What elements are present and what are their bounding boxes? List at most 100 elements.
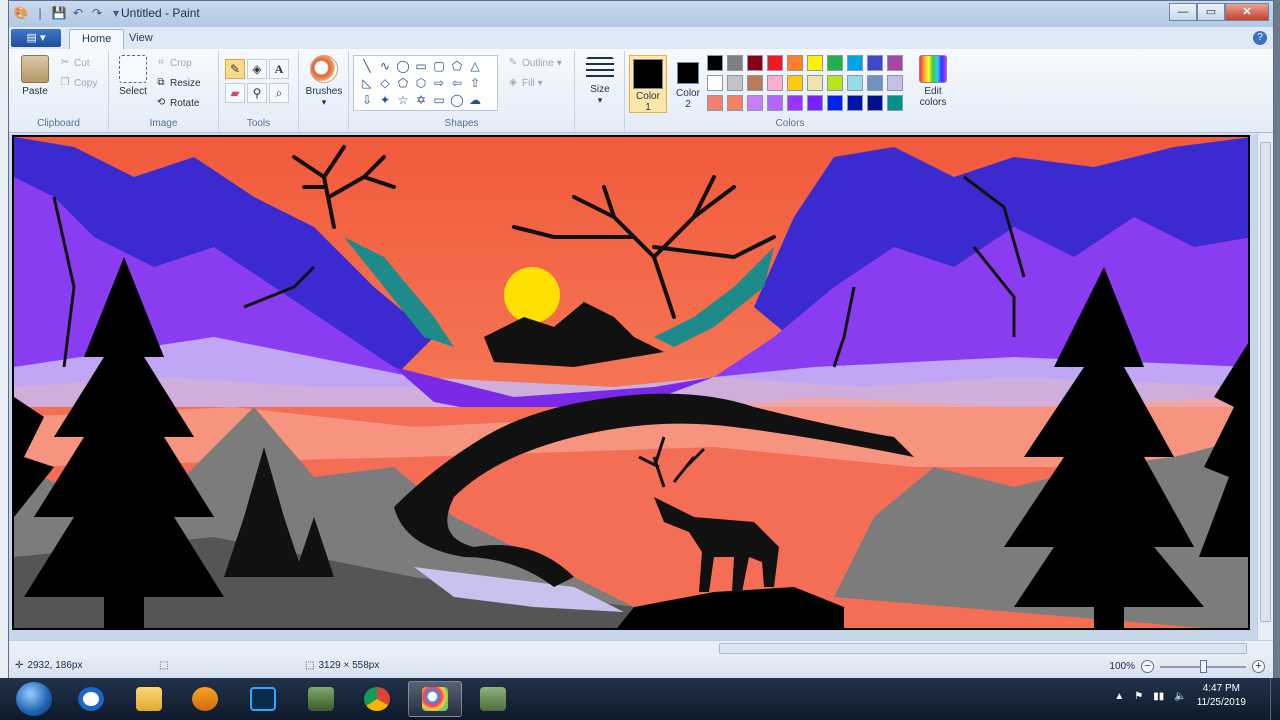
palette-swatch-28[interactable] xyxy=(847,95,863,111)
taskbar-teamviewer[interactable] xyxy=(64,681,118,717)
fill-bucket-icon[interactable]: ◈ xyxy=(247,59,267,79)
rounded-rectangle-shape-icon[interactable]: ▢ xyxy=(430,58,448,75)
maximize-button[interactable]: ▭ xyxy=(1197,3,1225,21)
palette-swatch-6[interactable] xyxy=(807,55,823,71)
palette-swatch-16[interactable] xyxy=(807,75,823,91)
palette-swatch-29[interactable] xyxy=(867,95,883,111)
palette-swatch-26[interactable] xyxy=(807,95,823,111)
outline-button[interactable]: ✎ Outline ▾ xyxy=(507,57,562,69)
palette-swatch-3[interactable] xyxy=(747,55,763,71)
color2-button[interactable]: Color 2 xyxy=(669,55,707,113)
palette-swatch-27[interactable] xyxy=(827,95,843,111)
triangle-shape-icon[interactable]: △ xyxy=(466,58,484,75)
color1-button[interactable]: Color 1 xyxy=(629,55,667,113)
paste-button[interactable]: Paste xyxy=(17,55,53,97)
show-desktop-button[interactable] xyxy=(1270,678,1280,720)
vertical-scroll-thumb[interactable] xyxy=(1260,142,1271,622)
horizontal-scrollbar[interactable] xyxy=(9,640,1273,656)
up-arrow-shape-icon[interactable]: ⇧ xyxy=(466,75,484,92)
oval-shape-icon[interactable]: ◯ xyxy=(394,58,412,75)
file-menu-button[interactable]: ▤ ▾ xyxy=(11,29,61,47)
palette-swatch-8[interactable] xyxy=(847,55,863,71)
palette-swatch-13[interactable] xyxy=(747,75,763,91)
taskbar-chrome[interactable] xyxy=(350,681,404,717)
palette-swatch-22[interactable] xyxy=(727,95,743,111)
select-button[interactable]: Select xyxy=(115,55,151,97)
volume-icon[interactable]: 🔈 xyxy=(1174,691,1186,702)
line-shape-icon[interactable]: ╲ xyxy=(358,58,376,75)
magnifier-icon[interactable]: ⌕ xyxy=(269,83,289,103)
callout-oval-shape-icon[interactable]: ◯ xyxy=(448,92,466,109)
left-arrow-shape-icon[interactable]: ⇦ xyxy=(448,75,466,92)
diamond-shape-icon[interactable]: ◇ xyxy=(376,75,394,92)
down-arrow-shape-icon[interactable]: ⇩ xyxy=(358,92,376,109)
redo-icon[interactable]: ↷ xyxy=(89,5,105,21)
undo-icon[interactable]: ↶ xyxy=(70,5,86,21)
right-arrow-shape-icon[interactable]: ⇨ xyxy=(430,75,448,92)
palette-swatch-12[interactable] xyxy=(727,75,743,91)
resize-button[interactable]: ⧉ Resize xyxy=(155,77,200,89)
paint-app-icon[interactable]: 🎨 xyxy=(13,5,29,21)
cut-button[interactable]: ✂ Cut xyxy=(59,57,90,69)
taskbar-explorer[interactable] xyxy=(122,681,176,717)
palette-swatch-15[interactable] xyxy=(787,75,803,91)
palette-swatch-10[interactable] xyxy=(887,55,903,71)
palette-swatch-1[interactable] xyxy=(707,55,723,71)
zoom-out-button[interactable]: − xyxy=(1141,660,1154,673)
palette-swatch-11[interactable] xyxy=(707,75,723,91)
zoom-slider[interactable] xyxy=(1160,659,1246,673)
taskbar-photoshop[interactable] xyxy=(236,681,290,717)
palette-swatch-30[interactable] xyxy=(887,95,903,111)
six-point-star-shape-icon[interactable]: ✡ xyxy=(412,92,430,109)
palette-swatch-23[interactable] xyxy=(747,95,763,111)
palette-swatch-19[interactable] xyxy=(867,75,883,91)
network-icon[interactable]: ▮▮ xyxy=(1153,691,1164,702)
taskbar-app-2[interactable] xyxy=(466,681,520,717)
action-center-flag-icon[interactable]: ⚑ xyxy=(1134,691,1143,702)
tab-view[interactable]: View xyxy=(117,29,165,49)
tray-expand-icon[interactable]: ▲ xyxy=(1114,691,1124,702)
edit-colors-button[interactable]: Edit colors xyxy=(915,55,951,108)
color-picker-icon[interactable]: ⚲ xyxy=(247,83,267,103)
pencil-icon[interactable]: ✎ xyxy=(225,59,245,79)
vertical-scrollbar[interactable] xyxy=(1257,134,1273,640)
palette-swatch-18[interactable] xyxy=(847,75,863,91)
palette-swatch-2[interactable] xyxy=(727,55,743,71)
cloud-callout-shape-icon[interactable]: ☁ xyxy=(466,92,484,109)
palette-swatch-20[interactable] xyxy=(887,75,903,91)
crop-button[interactable]: ⌗ Crop xyxy=(155,57,192,69)
zoom-in-button[interactable]: + xyxy=(1252,660,1265,673)
help-icon[interactable]: ? xyxy=(1253,31,1267,45)
palette-swatch-21[interactable] xyxy=(707,95,723,111)
minimize-button[interactable]: — xyxy=(1169,3,1197,21)
palette-swatch-25[interactable] xyxy=(787,95,803,111)
palette-swatch-5[interactable] xyxy=(787,55,803,71)
four-point-star-shape-icon[interactable]: ✦ xyxy=(376,92,394,109)
size-button[interactable]: Size ▾ xyxy=(581,55,619,106)
horizontal-scroll-thumb[interactable] xyxy=(719,643,1247,654)
right-triangle-shape-icon[interactable]: ◺ xyxy=(358,75,376,92)
hexagon-shape-icon[interactable]: ⬡ xyxy=(412,75,430,92)
palette-swatch-7[interactable] xyxy=(827,55,843,71)
taskbar-paint[interactable] xyxy=(408,681,462,717)
zoom-slider-knob[interactable] xyxy=(1200,659,1207,673)
palette-swatch-9[interactable] xyxy=(867,55,883,71)
clock[interactable]: 4:47 PM 11/25/2019 xyxy=(1197,682,1246,710)
taskbar-app-1[interactable] xyxy=(294,681,348,717)
curve-shape-icon[interactable]: ∿ xyxy=(376,58,394,75)
drawing-canvas[interactable] xyxy=(12,135,1250,630)
rotate-button[interactable]: ⟲ Rotate xyxy=(155,97,200,109)
text-tool-icon[interactable]: A xyxy=(269,59,289,79)
rectangle-shape-icon[interactable]: ▭ xyxy=(412,58,430,75)
eraser-icon[interactable]: ▰ xyxy=(225,83,245,103)
copy-button[interactable]: ❐ Copy xyxy=(59,77,98,89)
start-button[interactable] xyxy=(16,682,52,716)
save-icon[interactable]: 💾 xyxy=(51,5,67,21)
brushes-button[interactable]: Brushes ▾ xyxy=(303,55,345,108)
palette-swatch-4[interactable] xyxy=(767,55,783,71)
close-button[interactable]: ✕ xyxy=(1225,3,1269,21)
palette-swatch-14[interactable] xyxy=(767,75,783,91)
pentagon-shape-icon[interactable]: ⬠ xyxy=(394,75,412,92)
taskbar-fl-studio[interactable] xyxy=(178,681,232,717)
polygon-shape-icon[interactable]: ⬠ xyxy=(448,58,466,75)
